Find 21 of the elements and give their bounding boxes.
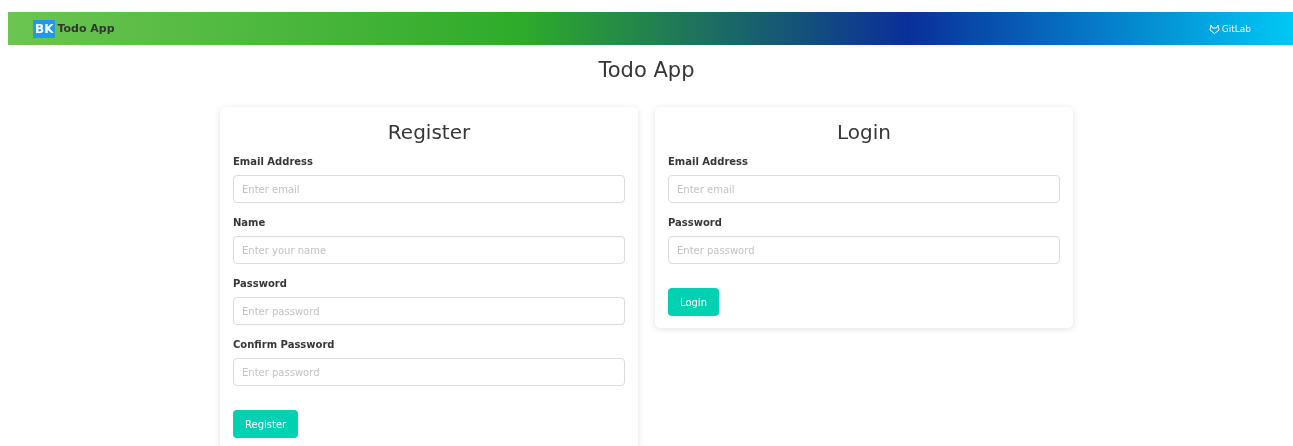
page-title: Todo App: [597, 57, 696, 83]
logo: BK: [33, 19, 56, 38]
form-title: Register: [386, 119, 472, 145]
submit-button[interactable]: Login: [668, 288, 719, 316]
input-field[interactable]: Enter password: [668, 236, 1060, 264]
field-label: Password: [668, 216, 723, 230]
input-field[interactable]: Enter password: [233, 297, 625, 325]
input-field[interactable]: Enter email: [668, 175, 1060, 203]
fox-icon: [1208, 23, 1220, 34]
gitlab-link[interactable]: GitLab: [1208, 23, 1251, 34]
input-field[interactable]: Enter email: [233, 175, 625, 203]
field-label: Name: [233, 216, 267, 230]
brand-name[interactable]: Todo App: [57, 22, 115, 35]
field-label: Confirm Password: [233, 338, 336, 352]
form-title: Login: [836, 119, 892, 145]
field-label: Email Address: [233, 155, 314, 169]
submit-button[interactable]: Register: [233, 410, 299, 438]
input-field[interactable]: Enter password: [233, 358, 625, 386]
input-field[interactable]: Enter your name: [233, 236, 625, 264]
field-label: Password: [233, 277, 288, 291]
field-label: Email Address: [668, 155, 749, 169]
